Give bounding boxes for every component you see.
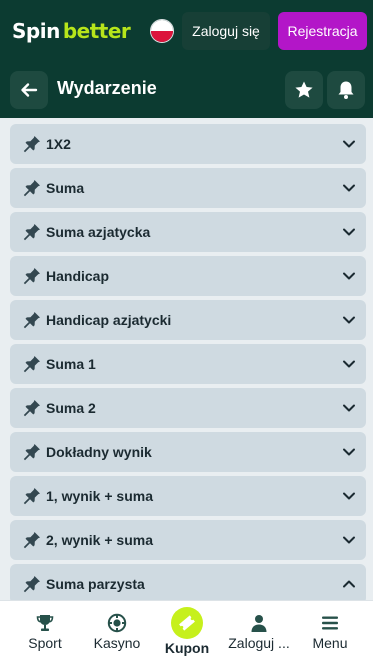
trophy-icon <box>36 615 54 631</box>
chevron-down-icon <box>343 228 355 236</box>
logo-spin-text: Spin <box>12 19 60 43</box>
top-header: Spin better Zaloguj się Rejestracja <box>0 0 373 62</box>
market-label: Suma 2 <box>46 400 96 416</box>
notifications-button[interactable] <box>327 71 365 109</box>
pin-icon[interactable] <box>22 530 42 550</box>
market-label: Suma parzysta <box>46 576 145 592</box>
nav-casino[interactable]: Kasyno <box>80 601 154 666</box>
market-list: 1X2 Suma Suma azjatycka Handicap Handica… <box>0 118 373 600</box>
bottom-navigation: Sport Kasyno Kupon Zaloguj ... Menu <box>0 600 373 666</box>
market-row[interactable]: Handicap azjatycki <box>10 300 366 340</box>
market-label: Suma <box>46 180 85 196</box>
chevron-down-icon <box>343 360 355 368</box>
market-row[interactable]: Dokładny wynik <box>10 432 366 472</box>
market-row[interactable]: Suma <box>10 168 366 208</box>
market-label: Handicap azjatycki <box>46 312 172 328</box>
chevron-down-icon <box>343 184 355 192</box>
nav-coupon[interactable]: Kupon <box>150 601 224 666</box>
chevron-down-icon <box>343 492 355 500</box>
arrow-left-icon <box>21 83 38 97</box>
market-row[interactable]: Suma parzysta <box>10 564 366 600</box>
page-title: Wydarzenie <box>57 78 157 98</box>
market-row[interactable]: 2, wynik + suma <box>10 520 366 560</box>
market-row[interactable]: 1X2 <box>10 124 366 164</box>
market-label: 2, wynik + suma <box>46 532 153 548</box>
pin-icon[interactable] <box>22 574 42 594</box>
bell-icon <box>338 81 354 99</box>
market-label: Dokładny wynik <box>46 444 152 460</box>
poland-flag-icon[interactable] <box>150 19 174 43</box>
chevron-down-icon <box>343 404 355 412</box>
back-button[interactable] <box>10 71 48 109</box>
event-subheader: Wydarzenie <box>0 62 373 118</box>
market-row[interactable]: 1, wynik + suma <box>10 476 366 516</box>
chevron-down-icon <box>343 140 355 148</box>
pin-icon[interactable] <box>22 134 42 154</box>
market-row[interactable]: Suma azjatycka <box>10 212 366 252</box>
chevron-down-icon <box>343 272 355 280</box>
nav-label: Zaloguj ... <box>228 635 290 651</box>
chip-icon <box>107 613 127 633</box>
market-row[interactable]: Suma 2 <box>10 388 366 428</box>
login-button[interactable]: Zaloguj się <box>182 12 270 50</box>
nav-label: Sport <box>28 635 62 651</box>
nav-login[interactable]: Zaloguj ... <box>222 601 296 666</box>
market-label: Suma azjatycka <box>46 224 151 240</box>
pin-icon[interactable] <box>22 266 42 286</box>
market-label: 1, wynik + suma <box>46 488 153 504</box>
nav-label: Menu <box>312 635 348 651</box>
pin-icon[interactable] <box>22 442 42 462</box>
market-row[interactable]: Handicap <box>10 256 366 296</box>
pin-icon[interactable] <box>22 222 42 242</box>
spinbetter-logo[interactable]: Spin better <box>12 19 131 43</box>
nav-menu[interactable]: Menu <box>293 601 367 666</box>
pin-icon[interactable] <box>22 178 42 198</box>
chevron-down-icon <box>343 448 355 456</box>
nav-label: Kasyno <box>93 635 141 651</box>
favorite-button[interactable] <box>285 71 323 109</box>
market-label: 1X2 <box>46 136 71 152</box>
market-label: Handicap <box>46 268 110 284</box>
market-label: Suma 1 <box>46 356 96 372</box>
nav-sport[interactable]: Sport <box>8 601 82 666</box>
pin-icon[interactable] <box>22 486 42 506</box>
coupon-badge <box>171 607 203 639</box>
menu-icon <box>322 616 338 630</box>
ticket-icon <box>179 615 195 631</box>
pin-icon[interactable] <box>22 310 42 330</box>
register-button[interactable]: Rejestracja <box>278 12 367 50</box>
logo-better-text: better <box>62 19 131 43</box>
chevron-down-icon <box>343 536 355 544</box>
user-icon <box>251 615 267 632</box>
chevron-down-icon <box>343 316 355 324</box>
star-icon <box>295 81 313 98</box>
chevron-up-icon <box>343 580 355 588</box>
nav-label: Kupon <box>164 640 210 656</box>
pin-icon[interactable] <box>22 398 42 418</box>
pin-icon[interactable] <box>22 354 42 374</box>
market-row[interactable]: Suma 1 <box>10 344 366 384</box>
